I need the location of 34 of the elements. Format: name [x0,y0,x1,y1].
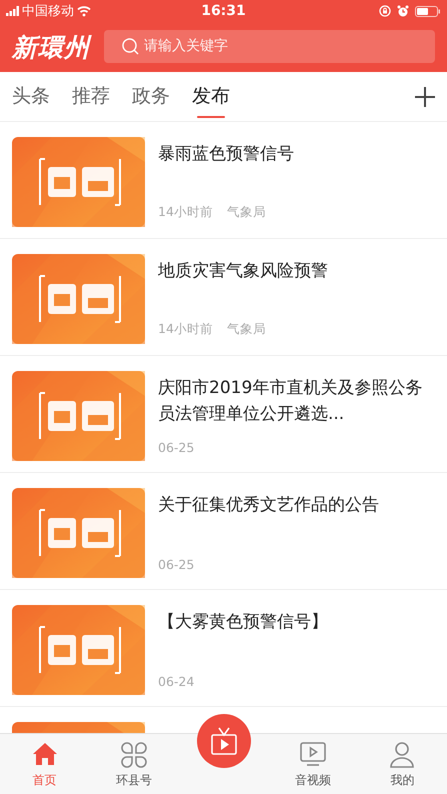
battery-icon [415,6,441,16]
search-icon [122,38,139,54]
news-title[interactable]: 地质灾害气象风险预警 [158,258,435,284]
nav-tab[interactable]: 环县号 [89,734,179,794]
grid-icon [121,742,148,768]
signal-icon [6,6,19,16]
category-tab[interactable]: 政务 [132,72,170,121]
news-title[interactable]: 暴雨蓝色预警信号 [158,141,435,167]
publish-time: 14小时前 [158,321,213,338]
news-source: 气象局 [226,321,266,338]
app-logo: 新環州 [12,32,90,64]
wifi-icon [77,5,91,17]
news-title[interactable]: 【大雾黄色预警信号】 [158,609,435,635]
publish-time: 06-25 [158,557,194,572]
video-icon [300,742,326,768]
add-icon[interactable] [415,86,435,106]
publish-time: 06-25 [158,440,194,455]
nav-tab[interactable]: 我的 [358,734,447,794]
rotation-lock-icon [379,5,391,17]
person-icon [389,742,416,768]
news-source: 气象局 [226,204,266,221]
nav-tab[interactable]: 音视频 [268,734,358,794]
news-title[interactable]: 关于征集优秀文艺作品的公告 [158,492,435,518]
alarm-icon [397,5,409,17]
tv-icon [210,726,238,756]
clock-time: 16:31 [201,3,246,19]
category-tab[interactable]: 推荐 [72,72,110,121]
carrier-name: 中国移动 [22,3,74,20]
news-title[interactable]: 庆阳市2019年市直机关及参照公务员法管理单位公开遴选... [158,375,435,427]
home-icon [32,742,58,768]
category-tab[interactable]: 头条 [12,72,50,121]
publish-time: 06-24 [158,674,194,689]
category-tab[interactable]: 发布 [192,72,230,121]
publish-time: 14小时前 [158,204,213,221]
